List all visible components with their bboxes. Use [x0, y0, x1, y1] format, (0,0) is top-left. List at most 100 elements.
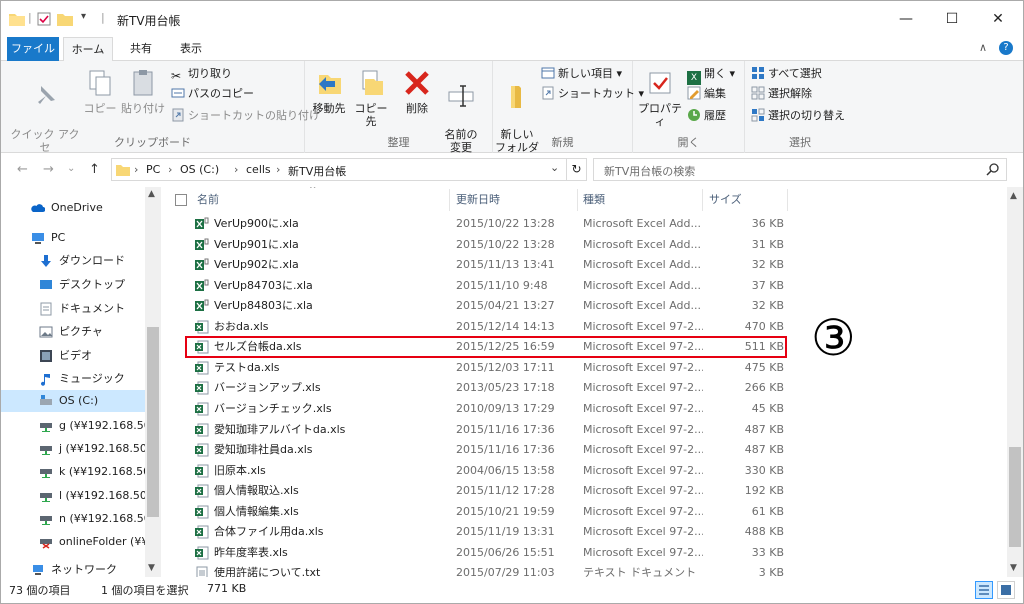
- properties-qat-icon[interactable]: [37, 12, 51, 26]
- file-row[interactable]: VerUp900に.xla 2015/10/22 13:28 Microsoft E…: [186, 214, 786, 234]
- scrollbar-thumb[interactable]: [1009, 447, 1021, 547]
- properties-button[interactable]: プロパティ: [637, 67, 683, 128]
- select-all-button[interactable]: すべて選択: [751, 65, 822, 83]
- search-input[interactable]: 新TV用台帳の検索: [604, 163, 695, 179]
- qat-dropdown-icon[interactable]: ▾: [81, 11, 86, 25]
- column-separator[interactable]: [702, 189, 703, 211]
- new-folder-button[interactable]: 新しい フォルダー: [495, 67, 539, 167]
- file-row[interactable]: 個人情報取込.xls 2015/11/12 17:28 Microsoft Exce…: [186, 481, 786, 501]
- collapse-ribbon-icon[interactable]: ∧: [979, 41, 987, 54]
- column-separator[interactable]: [449, 189, 450, 211]
- refresh-button[interactable]: ↻: [567, 158, 587, 181]
- nav-network-drive-k[interactable]: k (¥¥192.168.50.1: [1, 461, 145, 483]
- nav-online-folder[interactable]: onlineFolder (¥¥: [1, 531, 145, 553]
- forward-button[interactable]: →: [43, 162, 54, 177]
- edit-button[interactable]: 編集: [687, 85, 726, 103]
- file-row[interactable]: 愛知珈琲社員da.xls 2015/11/16 17:36 Microsoft Ex…: [186, 440, 786, 460]
- column-header-name[interactable]: 名前: [197, 187, 447, 213]
- nav-os-c[interactable]: OS (C:): [1, 390, 145, 412]
- file-row[interactable]: 旧原本.xls 2004/06/15 13:58 Microsoft Excel 9…: [186, 461, 786, 481]
- scroll-down-icon[interactable]: ▼: [1010, 563, 1017, 573]
- file-row[interactable]: VerUp84803に.xla 2015/04/21 13:27 Microsoft…: [186, 296, 786, 316]
- tab-share[interactable]: 共有: [121, 37, 161, 61]
- nav-desktop[interactable]: デスクトップ: [1, 274, 145, 296]
- nav-onedrive[interactable]: OneDrive: [1, 197, 145, 219]
- file-row[interactable]: 愛知珈琲アルバイトda.xls 2015/11/16 17:36 Microsoft…: [186, 420, 786, 440]
- nav-network-drive-j[interactable]: j (¥¥192.168.50.1: [1, 438, 145, 460]
- nav-pictures[interactable]: ピクチャ: [1, 321, 145, 343]
- nav-videos[interactable]: ビデオ: [1, 345, 145, 367]
- tab-file[interactable]: ファイル: [7, 37, 59, 61]
- pin-quick-access-button[interactable]: クイック アクセ スにピン留め: [9, 67, 81, 167]
- cut-button[interactable]: ✂ 切り取り: [171, 65, 232, 83]
- help-icon[interactable]: ?: [999, 41, 1013, 55]
- paste-shortcut-button[interactable]: ショートカットの貼り付け: [171, 107, 320, 125]
- file-row[interactable]: おおda.xls 2015/12/14 14:13 Microsoft Excel …: [186, 317, 786, 337]
- up-button[interactable]: ↑: [89, 162, 100, 177]
- file-row[interactable]: 昨年度率表.xls 2015/06/26 15:51 Microsoft Excel…: [186, 543, 786, 563]
- open-button[interactable]: X 開く ▾: [687, 65, 735, 85]
- delete-button[interactable]: 削除: [399, 67, 435, 115]
- minimize-button[interactable]: —: [883, 1, 929, 37]
- column-header-date[interactable]: 更新日時: [456, 187, 576, 213]
- tab-home[interactable]: ホーム: [63, 37, 113, 62]
- file-row[interactable]: バージョンチェック.xls 2010/09/13 17:29 Microsoft E…: [186, 399, 786, 419]
- file-row[interactable]: テストda.xls 2015/12/03 17:11 Microsoft Excel…: [186, 358, 786, 378]
- nav-network-drive-l[interactable]: l (¥¥192.168.50.1: [1, 485, 145, 507]
- column-separator[interactable]: [577, 189, 578, 211]
- scroll-up-icon[interactable]: ▲: [148, 189, 155, 199]
- history-button[interactable]: 履歴: [687, 107, 726, 125]
- address-bar[interactable]: › PC › OS (C:) › cells › 新TV用台帳 ⌄: [111, 158, 567, 181]
- scrollbar-thumb[interactable]: [147, 327, 159, 517]
- crumb-cells[interactable]: cells: [246, 163, 271, 176]
- crumb-os-c[interactable]: OS (C:): [180, 163, 219, 176]
- address-dropdown-icon[interactable]: ⌄: [550, 161, 559, 174]
- scroll-down-icon[interactable]: ▼: [148, 563, 155, 573]
- select-all-checkbox[interactable]: [175, 194, 187, 206]
- file-row[interactable]: VerUp901に.xla 2015/10/22 13:28 Microsoft E…: [186, 235, 786, 255]
- column-header-size[interactable]: サイズ: [709, 187, 789, 213]
- paste-button[interactable]: 貼り付け: [121, 67, 165, 115]
- excel-file-icon: [195, 443, 209, 457]
- scroll-up-icon[interactable]: ▲: [1010, 191, 1017, 201]
- column-separator[interactable]: [787, 189, 788, 211]
- new-item-button[interactable]: 新しい項目 ▾: [541, 65, 622, 83]
- easy-access-button[interactable]: ショートカット ▾: [541, 85, 644, 103]
- nav-music[interactable]: ミュージック: [1, 368, 145, 390]
- copy-path-button[interactable]: パスのコピー: [171, 85, 254, 103]
- large-icons-view-button[interactable]: [997, 581, 1015, 599]
- copy-to-button[interactable]: コピー先: [351, 67, 391, 128]
- column-header-type[interactable]: 種類: [583, 187, 703, 213]
- search-icon[interactable]: [986, 162, 1000, 176]
- back-button[interactable]: ←: [17, 162, 28, 177]
- nav-network[interactable]: ネットワーク: [1, 559, 145, 577]
- close-button[interactable]: ✕: [975, 1, 1021, 37]
- new-folder-qat-icon[interactable]: [57, 12, 73, 26]
- nav-documents[interactable]: ドキュメント: [1, 298, 145, 320]
- select-none-button[interactable]: 選択解除: [751, 85, 812, 103]
- file-row[interactable]: 使用許諾について.txt 2015/07/29 11:03 テキスト ドキュメント 3…: [186, 563, 786, 577]
- file-row-highlighted[interactable]: セルズ台帳da.xls 2015/12/25 16:59 Microsoft Exc…: [185, 336, 787, 359]
- move-to-button[interactable]: 移動先: [309, 67, 349, 115]
- recent-locations-button[interactable]: ⌄: [67, 163, 75, 174]
- crumb-pc[interactable]: PC: [146, 163, 160, 176]
- nav-downloads[interactable]: ダウンロード: [1, 250, 145, 272]
- navigation-scrollbar[interactable]: ▲ ▼: [145, 187, 161, 577]
- file-row[interactable]: 個人情報編集.xls 2015/10/21 19:59 Microsoft Exce…: [186, 502, 786, 522]
- network-drive-icon: [40, 516, 52, 525]
- search-box[interactable]: 新TV用台帳の検索: [593, 158, 1007, 181]
- file-row[interactable]: バージョンアップ.xls 2013/05/23 17:18 Microsoft Ex…: [186, 378, 786, 398]
- file-row[interactable]: 合体ファイル用da.xls 2015/11/19 13:31 Microsoft E…: [186, 522, 786, 542]
- nav-pc[interactable]: PC: [1, 227, 145, 249]
- copy-button[interactable]: コピー: [83, 67, 117, 115]
- nav-network-drive-n[interactable]: n (¥¥192.168.50.1: [1, 508, 145, 530]
- tab-view[interactable]: 表示: [171, 37, 211, 61]
- file-row[interactable]: VerUp84703に.xla 2015/11/10 9:48 Microsoft …: [186, 276, 786, 296]
- file-list-scrollbar[interactable]: ▲ ▼: [1007, 187, 1023, 577]
- maximize-button[interactable]: ☐: [929, 1, 975, 37]
- crumb-current-folder[interactable]: 新TV用台帳: [288, 163, 346, 179]
- details-view-button[interactable]: [975, 581, 993, 599]
- nav-network-drive-g[interactable]: g (¥¥192.168.50.1: [1, 415, 145, 437]
- invert-selection-button[interactable]: 選択の切り替え: [751, 107, 845, 125]
- file-row[interactable]: VerUp902に.xla 2015/11/13 13:41 Microsoft E…: [186, 255, 786, 275]
